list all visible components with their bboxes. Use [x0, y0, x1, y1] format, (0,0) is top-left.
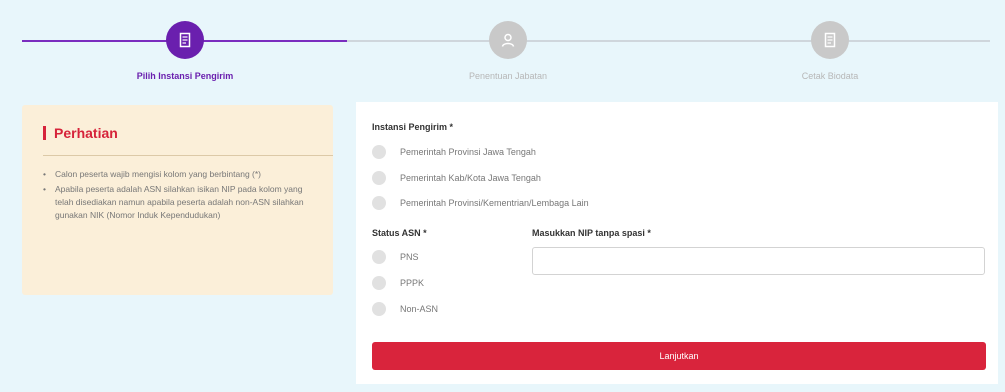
step-label: Cetak Biodata — [801, 71, 859, 81]
form-panel: Instansi Pengirim * Pemerintah Provinsi … — [356, 102, 998, 384]
radio-label: PNS — [400, 252, 419, 262]
radio-button[interactable] — [372, 196, 386, 210]
radio-button[interactable] — [372, 276, 386, 290]
radio-button[interactable] — [372, 145, 386, 159]
radio-label: Pemerintah Kab/Kota Jawa Tengah — [400, 173, 541, 183]
lanjutkan-button[interactable]: Lanjutkan — [372, 342, 986, 370]
radio-instansi-provinsi-jateng[interactable]: Pemerintah Provinsi Jawa Tengah — [372, 145, 536, 159]
radio-label: Pemerintah Provinsi Jawa Tengah — [400, 147, 536, 157]
notice-list: Calon peserta wajib mengisi kolom yang b… — [43, 168, 313, 222]
notice-title-text: Perhatian — [54, 125, 118, 141]
radio-instansi-kabkota-jateng[interactable]: Pemerintah Kab/Kota Jawa Tengah — [372, 171, 541, 185]
radio-button[interactable] — [372, 302, 386, 316]
step-penentuan-jabatan[interactable]: Penentuan Jabatan — [418, 21, 598, 81]
step-label: Penentuan Jabatan — [468, 71, 548, 81]
radio-status-pppk[interactable]: PPPK — [372, 276, 424, 290]
radio-instansi-lain[interactable]: Pemerintah Provinsi/Kementrian/Lembaga L… — [372, 196, 589, 210]
notice-item: Calon peserta wajib mengisi kolom yang b… — [43, 168, 313, 181]
status-asn-label: Status ASN * — [372, 228, 427, 238]
radio-label: Non-ASN — [400, 304, 439, 314]
page: Pilih Instansi Pengirim Penentuan Jabata… — [0, 0, 1005, 392]
notice-item: Apabila peserta adalah ASN silahkan isik… — [43, 183, 313, 222]
radio-status-pns[interactable]: PNS — [372, 250, 419, 264]
document-icon — [179, 32, 191, 48]
stepper: Pilih Instansi Pengirim Penentuan Jabata… — [0, 0, 1005, 100]
step-cetak-biodata[interactable]: Cetak Biodata — [740, 21, 920, 81]
radio-label: Pemerintah Provinsi/Kementrian/Lembaga L… — [400, 198, 589, 208]
notice-panel: Perhatian Calon peserta wajib mengisi ko… — [22, 105, 333, 295]
radio-button[interactable] — [372, 250, 386, 264]
step-circle — [489, 21, 527, 59]
instansi-label: Instansi Pengirim * — [372, 122, 454, 132]
notice-title: Perhatian — [43, 125, 313, 141]
notice-accent-bar — [43, 126, 46, 140]
step-circle — [811, 21, 849, 59]
step-circle — [166, 21, 204, 59]
document-icon — [824, 32, 836, 48]
nip-input[interactable] — [532, 247, 985, 275]
notice-divider — [43, 155, 333, 156]
step-label: Pilih Instansi Pengirim — [136, 71, 234, 81]
radio-button[interactable] — [372, 171, 386, 185]
radio-status-non-asn[interactable]: Non-ASN — [372, 302, 438, 316]
radio-label: PPPK — [400, 278, 425, 288]
step-pilih-instansi[interactable]: Pilih Instansi Pengirim — [95, 21, 275, 81]
person-icon — [501, 33, 515, 47]
nip-label: Masukkan NIP tanpa spasi * — [532, 228, 651, 238]
